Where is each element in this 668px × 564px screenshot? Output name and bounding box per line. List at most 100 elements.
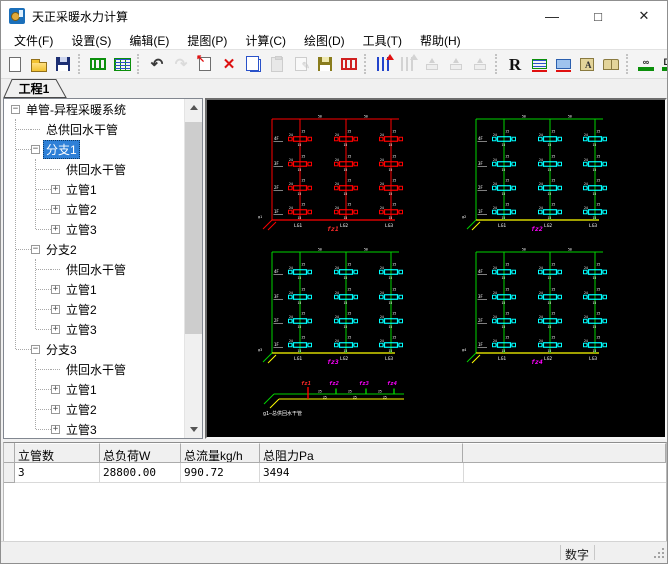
menu-item-5[interactable]: 计算(C) (236, 31, 295, 50)
tree-item-8[interactable]: −分支2 (4, 239, 185, 259)
font-book-icon[interactable] (576, 53, 598, 75)
svg-text:15: 15 (593, 143, 597, 147)
tree-item-5[interactable]: +立管1 (4, 179, 185, 199)
save-icon[interactable] (52, 53, 74, 75)
tab-project1[interactable]: 工程1 (3, 79, 69, 98)
menu-item-7[interactable]: 工具(T) (354, 31, 411, 50)
tree-item-11[interactable]: +立管2 (4, 299, 185, 319)
tree-item-7[interactable]: +立管3 (4, 219, 185, 239)
svg-text:24: 24 (539, 339, 543, 343)
svg-text:25: 25 (302, 336, 306, 340)
minimize-button[interactable]: — (529, 1, 575, 31)
tree-item-6[interactable]: +立管2 (4, 199, 185, 219)
insert-riser-icon[interactable] (373, 53, 395, 75)
copy-icon[interactable] (242, 53, 264, 75)
tree-item-12[interactable]: +立管3 (4, 319, 185, 339)
column-header-2[interactable]: 总负荷W (100, 443, 181, 463)
pipe-dn-icon[interactable]: DN (659, 53, 667, 75)
menu-item-3[interactable]: 编辑(E) (120, 31, 178, 50)
tree-item-4[interactable]: 供回水干管 (4, 159, 185, 179)
tree-item-2[interactable]: 总供回水干管 (4, 119, 185, 139)
tree-item-3[interactable]: −分支1 (4, 139, 185, 159)
column-header-4[interactable]: 总阻力Pa (260, 443, 463, 463)
menu-item-6[interactable]: 绘图(D) (295, 31, 354, 50)
red-table-icon[interactable] (338, 53, 360, 75)
svg-text:25: 25 (393, 179, 397, 183)
expand-icon[interactable]: + (51, 425, 60, 434)
window-controls: — □ ✕ (529, 1, 667, 31)
tree-item-13[interactable]: −分支3 (4, 339, 185, 359)
expand-icon[interactable]: + (51, 385, 60, 394)
expand-icon[interactable]: + (51, 305, 60, 314)
menu-item-4[interactable]: 提图(P) (178, 31, 236, 50)
expand-icon[interactable]: + (51, 225, 60, 234)
tree-item-15[interactable]: +立管1 (4, 379, 185, 399)
column-header-1[interactable]: 立管数 (15, 443, 100, 463)
tree-item-17[interactable]: +立管3 (4, 419, 185, 438)
svg-text:25: 25 (597, 312, 601, 316)
delete-icon[interactable]: ✕ (218, 53, 240, 75)
svg-text:1F: 1F (274, 209, 279, 214)
svg-text:LG3: LG3 (385, 356, 393, 362)
manual-book-icon[interactable] (600, 53, 622, 75)
expand-icon[interactable]: + (51, 185, 60, 194)
svg-text:15: 15 (593, 168, 597, 172)
project-tree-panel: −单管-异程采暖系统总供回水干管−分支1供回水干管+立管1+立管2+立管3−分支… (3, 98, 203, 439)
export-save-icon[interactable] (314, 53, 336, 75)
system-table-icon[interactable] (87, 53, 109, 75)
scroll-up-icon[interactable] (185, 99, 202, 116)
svg-text:24: 24 (493, 206, 497, 210)
svg-text:2F: 2F (274, 318, 279, 323)
open-folder-icon[interactable] (28, 53, 50, 75)
branch-diagram-fz4: g45050LG1241525241525241525241525LG22415… (462, 248, 607, 367)
tree-item-9[interactable]: 供回水干管 (4, 259, 185, 279)
expand-icon[interactable]: + (51, 205, 60, 214)
collapse-icon[interactable]: − (31, 245, 40, 254)
menu-item-8[interactable]: 帮助(H) (411, 31, 470, 50)
column-header-3[interactable]: 总流量kg/h (181, 443, 260, 463)
expand-icon[interactable]: + (51, 325, 60, 334)
menu-item-2[interactable]: 设置(S) (62, 31, 120, 50)
svg-text:24: 24 (289, 266, 293, 270)
undo-icon[interactable]: ↶ (146, 53, 168, 75)
collapse-icon[interactable]: − (11, 105, 20, 114)
svg-text:24: 24 (493, 339, 497, 343)
svg-text:15: 15 (593, 276, 597, 280)
preview-screen-icon[interactable] (552, 53, 574, 75)
tree-item-16[interactable]: +立管2 (4, 399, 185, 419)
cad-drawing-panel[interactable]: g15050LG1241525241525241525241525LG22415… (205, 98, 667, 439)
scrollbar-thumb[interactable] (185, 122, 202, 334)
svg-text:fz2: fz2 (531, 225, 543, 233)
maximize-button[interactable]: □ (575, 1, 621, 31)
svg-text:15: 15 (502, 325, 506, 329)
row-header-cell[interactable] (4, 463, 15, 483)
svg-text:LG1: LG1 (498, 223, 506, 229)
resize-grip-icon[interactable] (662, 548, 664, 550)
calc-table-icon[interactable] (528, 53, 550, 75)
pipe-loop-icon[interactable]: ∞ (635, 53, 657, 75)
scroll-down-icon[interactable] (185, 421, 202, 438)
svg-text:15: 15 (298, 301, 302, 305)
data-grid-icon[interactable] (111, 53, 133, 75)
tree-item-1[interactable]: −单管-异程采暖系统 (4, 99, 185, 119)
collapse-icon[interactable]: − (31, 145, 40, 154)
svg-text:25: 25 (597, 155, 601, 159)
collapse-icon[interactable]: − (31, 345, 40, 354)
svg-text:24: 24 (493, 291, 497, 295)
close-button[interactable]: ✕ (621, 1, 667, 31)
cad-canvas[interactable]: g15050LG1241525241525241525241525LG22415… (207, 100, 665, 437)
svg-text:24: 24 (539, 315, 543, 319)
tree-item-10[interactable]: +立管1 (4, 279, 185, 299)
tree-item-14[interactable]: 供回水干管 (4, 359, 185, 379)
expand-icon[interactable]: + (51, 405, 60, 414)
expand-icon[interactable]: + (51, 285, 60, 294)
svg-text:15: 15 (548, 276, 552, 280)
new-file-icon[interactable] (4, 53, 26, 75)
table-row[interactable]: 328800.00990.723494 (4, 463, 666, 483)
copy-reference-icon[interactable] (194, 53, 216, 75)
mains-diagram: fz1fz2fz3fz4252525252525g1—总供回水干管 (263, 381, 404, 417)
toolbar-grip (78, 54, 83, 74)
radiator-R-icon[interactable]: R (504, 53, 526, 75)
menu-item-1[interactable]: 文件(F) (5, 31, 62, 50)
tree-scrollbar[interactable] (184, 99, 202, 438)
